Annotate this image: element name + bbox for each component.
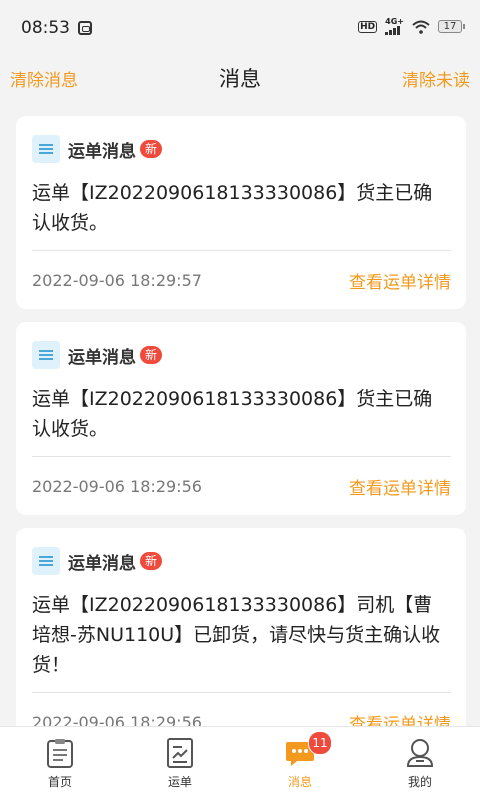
notification-icon bbox=[78, 21, 92, 35]
message-type: 运单消息 bbox=[68, 553, 136, 574]
new-badge: 新 bbox=[140, 552, 163, 570]
message-card[interactable]: 运单消息 新 运单【IZ2022090618133330086】货主已确认收货。… bbox=[16, 322, 466, 515]
message-type: 运单消息 bbox=[68, 347, 136, 368]
tab-home[interactable]: 首页 bbox=[0, 727, 120, 801]
tab-label: 首页 bbox=[47, 775, 72, 789]
list-icon bbox=[32, 547, 60, 575]
message-content: 运单【IZ2022090618133330086】货主已确认收货。 bbox=[32, 182, 433, 234]
status-indicators: HD 4G+ 17 bbox=[358, 18, 465, 35]
clipboard-icon bbox=[45, 737, 75, 769]
message-type: 运单消息 bbox=[68, 141, 136, 162]
message-time: 2022-09-06 18:29:56 bbox=[32, 712, 202, 727]
document-icon bbox=[165, 737, 195, 769]
message-list[interactable]: 运单消息 新 运单【IZ2022090618133330086】货主已确认收货。… bbox=[16, 116, 466, 726]
tab-waybill[interactable]: 运单 bbox=[120, 727, 240, 801]
signal-icon: 4G+ bbox=[385, 18, 404, 35]
list-icon bbox=[32, 135, 60, 163]
clear-unread-button[interactable]: 清除未读 bbox=[392, 66, 480, 91]
new-badge: 新 bbox=[140, 140, 163, 158]
nav-bar: 清除消息 消息 清除未读 bbox=[0, 56, 480, 100]
status-time: 08:53 bbox=[21, 18, 70, 38]
message-time: 2022-09-06 18:29:56 bbox=[32, 476, 202, 496]
network-type: 4G+ bbox=[385, 17, 404, 26]
status-bar: 08:53 HD 4G+ 17 bbox=[0, 0, 480, 56]
message-card[interactable]: 运单消息 新 运单【IZ2022090618133330086】司机【曹培想-苏… bbox=[16, 528, 466, 726]
message-content: 运单【IZ2022090618133330086】司机【曹培想-苏NU110U】… bbox=[32, 594, 441, 676]
tab-label: 我的 bbox=[407, 775, 432, 789]
tab-bar: 首页 运单 11 消息 我的 bbox=[0, 726, 480, 801]
message-content: 运单【IZ2022090618133330086】货主已确认收货。 bbox=[32, 388, 433, 440]
tab-label: 消息 bbox=[287, 775, 312, 789]
list-icon bbox=[32, 341, 60, 369]
battery-icon: 17 bbox=[438, 20, 465, 33]
new-badge: 新 bbox=[140, 346, 163, 364]
view-waybill-link[interactable]: 查看运单详情 bbox=[349, 474, 451, 499]
view-waybill-link[interactable]: 查看运单详情 bbox=[349, 710, 451, 727]
unread-count-badge: 11 bbox=[308, 731, 332, 755]
user-icon bbox=[405, 737, 435, 769]
hd-icon: HD bbox=[358, 20, 378, 33]
message-card[interactable]: 运单消息 新 运单【IZ2022090618133330086】货主已确认收货。… bbox=[16, 116, 466, 309]
message-time: 2022-09-06 18:29:57 bbox=[32, 270, 202, 290]
clear-messages-button[interactable]: 清除消息 bbox=[0, 66, 88, 91]
tab-messages[interactable]: 11 消息 bbox=[240, 727, 360, 801]
view-waybill-link[interactable]: 查看运单详情 bbox=[349, 268, 451, 293]
tab-profile[interactable]: 我的 bbox=[360, 727, 480, 801]
wifi-icon bbox=[412, 20, 430, 34]
tab-label: 运单 bbox=[167, 775, 192, 789]
